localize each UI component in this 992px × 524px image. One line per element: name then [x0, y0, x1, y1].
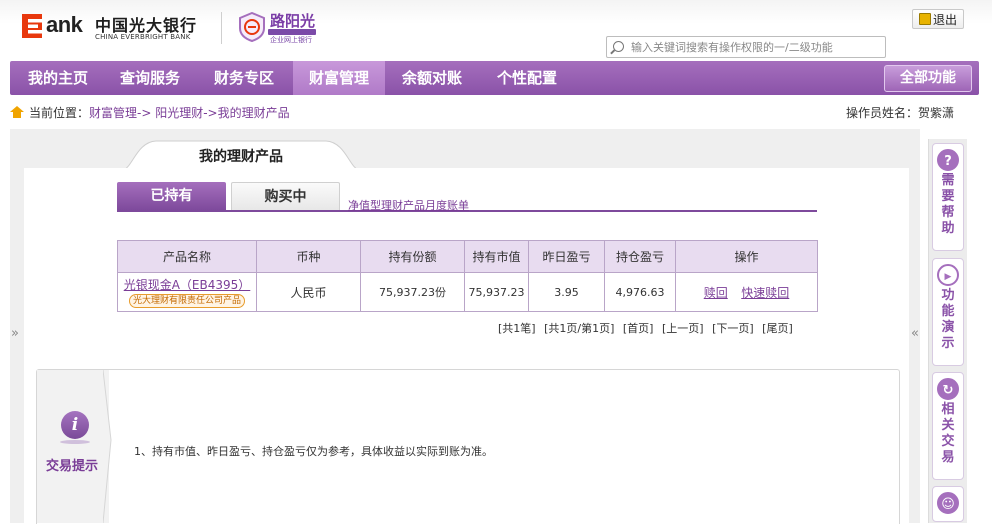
- trade-tip-text: 1、持有市值、昨日盈亏、持仓盈亏仅为参考，具体收益以实际到账为准。: [134, 445, 493, 458]
- issuer-badge: 光大理财有限责任公司产品: [128, 294, 245, 308]
- breadcrumb-path[interactable]: 财富管理-> 阳光理财->我的理财产品: [89, 104, 290, 121]
- sub-brand-name: 路阳光: [270, 12, 316, 30]
- sub-brand-slogan: 企业网上银行: [270, 36, 312, 44]
- demo-label: 功能演示: [941, 288, 955, 351]
- sunshine-emblem-icon: [239, 12, 265, 42]
- col-market-value: 持有市值: [464, 240, 529, 273]
- search-input[interactable]: [629, 39, 883, 56]
- col-position-pnl: 持仓盈亏: [604, 240, 676, 273]
- pager-prev[interactable]: [上一页]: [662, 322, 704, 335]
- actions-cell: 赎回 快速赎回: [675, 272, 818, 312]
- table-row: 光银现金A（EB4395） 光大理财有限责任公司产品 人民币 75,937.23…: [117, 272, 818, 312]
- bank-name-en: CHINA EVERBRIGHT BANK: [95, 33, 191, 41]
- nav-item-query[interactable]: 查询服务: [106, 61, 194, 95]
- trade-tip-title: 交易提示: [46, 459, 99, 474]
- logout-button[interactable]: 退出: [912, 9, 964, 29]
- nav-item-finance[interactable]: 财务专区: [200, 61, 288, 95]
- info-icon-shadow: [60, 440, 90, 444]
- demo-button[interactable]: ▶ 功能演示: [932, 258, 964, 366]
- logout-label: 退出: [932, 12, 957, 27]
- currency-cell: 人民币: [256, 272, 361, 312]
- pager-last[interactable]: [尾页]: [762, 322, 793, 335]
- product-name-link[interactable]: 光银现金A（EB4395）: [119, 276, 255, 293]
- product-cell: 光银现金A（EB4395） 光大理财有限责任公司产品: [117, 272, 257, 312]
- breadcrumb-label: 当前位置：: [29, 105, 90, 120]
- yesterday-pnl-cell: 3.95: [528, 272, 605, 312]
- home-icon: [10, 105, 24, 119]
- col-actions: 操作: [675, 240, 818, 273]
- redeem-link[interactable]: 赎回: [704, 286, 728, 300]
- col-yesterday-pnl: 昨日盈亏: [528, 240, 605, 273]
- col-shares: 持有份额: [360, 240, 465, 273]
- breadcrumb: 当前位置： 财富管理-> 阳光理财->我的理财产品: [10, 104, 290, 120]
- help-button[interactable]: ? 需要帮助: [932, 143, 964, 251]
- tip-divider: [103, 370, 112, 523]
- table-header-row: 产品名称 币种 持有份额 持有市值 昨日盈亏 持仓盈亏 操作: [117, 240, 818, 273]
- info-icon: i: [61, 411, 89, 439]
- logout-icon: [918, 13, 931, 25]
- pager-next[interactable]: [下一页]: [712, 322, 754, 335]
- main-nav: 我的主页 查询服务 财务专区 财富管理 余额对账 个性配置 全部功能: [10, 61, 979, 95]
- position-pnl-cell: 4,976.63: [604, 272, 676, 312]
- nav-item-settings[interactable]: 个性配置: [483, 61, 571, 95]
- shares-cell: 75,937.23份: [360, 272, 465, 312]
- trade-tip-sidebar: [37, 370, 109, 523]
- related-trades-label: 相关交易: [941, 402, 955, 465]
- bank-logo-text: ank: [46, 12, 83, 37]
- refresh-icon: ↻: [937, 378, 959, 400]
- operator-name: 操作员姓名：贺紫潇: [846, 106, 955, 120]
- help-label: 需要帮助: [941, 173, 955, 236]
- bank-logo-icon: [22, 14, 42, 38]
- expand-left-arrow[interactable]: »: [11, 326, 19, 341]
- collapse-right-arrow[interactable]: «: [911, 326, 919, 341]
- search-icon: [613, 41, 624, 52]
- tab-buying[interactable]: 购买中: [231, 182, 340, 211]
- help-icon: ?: [937, 149, 959, 171]
- market-value-cell: 75,937.23: [464, 272, 529, 312]
- all-functions-button[interactable]: 全部功能: [884, 65, 972, 92]
- feedback-button[interactable]: ☺: [932, 486, 964, 522]
- pager-total: [共1笔]: [498, 322, 536, 335]
- pager-pages: [共1页/第1页]: [544, 322, 615, 335]
- smile-icon: ☺: [937, 492, 959, 514]
- nav-item-wealth[interactable]: 财富管理: [293, 61, 385, 95]
- nav-item-reconcile[interactable]: 余额对账: [388, 61, 476, 95]
- pager-first[interactable]: [首页]: [623, 322, 654, 335]
- quick-redeem-link[interactable]: 快速赎回: [741, 286, 789, 300]
- logo-divider: [221, 12, 222, 44]
- holdings-table: 产品名称 币种 持有份额 持有市值 昨日盈亏 持仓盈亏 操作 光银现金A（EB4…: [117, 240, 818, 312]
- pagination: [共1笔] [共1页/第1页] [首页] [上一页] [下一页] [尾页]: [498, 320, 793, 336]
- play-icon: ▶: [937, 264, 959, 286]
- nav-item-home[interactable]: 我的主页: [18, 61, 98, 95]
- related-trades-button[interactable]: ↻ 相关交易: [932, 372, 964, 480]
- col-currency: 币种: [256, 240, 361, 273]
- page-title: 我的理财产品: [199, 149, 283, 165]
- monthly-statement-link[interactable]: 净值型理财产品月度账单: [348, 197, 469, 213]
- col-product-name: 产品名称: [117, 240, 257, 273]
- function-search[interactable]: [606, 36, 886, 58]
- tab-holding[interactable]: 已持有: [117, 182, 226, 210]
